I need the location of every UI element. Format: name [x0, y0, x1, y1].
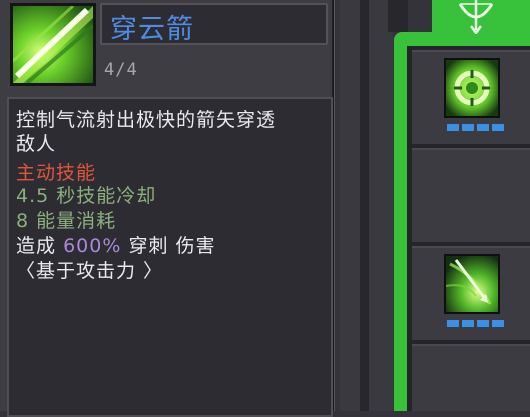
skill-type: 主动技能 — [16, 162, 97, 184]
panel-notch — [388, 0, 408, 32]
skill-name-box: 穿云箭 — [100, 3, 328, 45]
damage-basis: 〈基于攻击力 〉 — [16, 260, 164, 282]
skill-tooltip: 穿云箭 4/4 控制气流射出极快的箭矢穿透 敌人 主动技能 4.5 秒技能冷却 … — [0, 0, 335, 417]
damage-value: 600% — [63, 235, 122, 257]
skill-name: 穿云箭 — [110, 14, 194, 45]
skill-slot-empty[interactable] — [412, 148, 530, 242]
piercing-arrow-skill-icon — [10, 3, 96, 86]
damage-line: 造成 600% 穿刺 伤害 — [16, 235, 215, 257]
skill-slot[interactable] — [412, 246, 530, 340]
skill-level-pips — [447, 124, 504, 131]
bow-icon[interactable] — [454, 0, 498, 34]
skill-slot[interactable] — [412, 50, 530, 144]
skill-level: 4/4 — [104, 60, 138, 80]
description-line: 敌人 — [16, 133, 57, 155]
panel-divider — [340, 0, 393, 411]
cooldown-text: 4.5 秒技能冷却 — [16, 185, 157, 207]
skill-level-pips — [447, 320, 504, 327]
swirl-ring-skill-icon — [444, 58, 500, 118]
skill-slot-empty[interactable] — [412, 344, 530, 411]
piercing-arrow-skill-icon — [444, 254, 500, 314]
description-line: 控制气流射出极快的箭矢穿透 — [16, 109, 277, 131]
damage-suffix: 穿刺 伤害 — [128, 235, 216, 257]
damage-prefix: 造成 — [16, 235, 57, 257]
energy-cost-text: 8 能量消耗 — [16, 210, 117, 232]
